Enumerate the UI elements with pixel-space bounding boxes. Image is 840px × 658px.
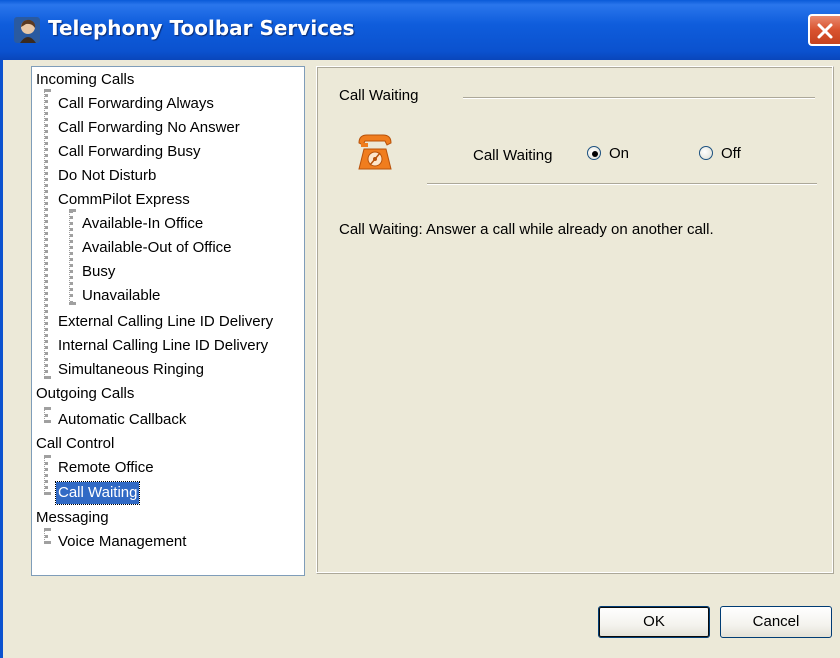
tree-item-simultaneous-ringing[interactable]: Simultaneous Ringing: [56, 359, 206, 381]
radio-on-circle[interactable]: [587, 146, 601, 160]
tree-connector: [44, 89, 48, 379]
setting-description: Call Waiting: Answer a call while alread…: [339, 221, 714, 238]
radio-selected-dot: [592, 151, 598, 157]
cancel-button[interactable]: Cancel: [720, 606, 832, 638]
close-icon: [817, 23, 833, 39]
tree-item-available-in-office[interactable]: Available-In Office: [80, 213, 205, 235]
section-divider: [427, 183, 817, 185]
services-tree[interactable]: Incoming Calls Call Forwarding Always Ca…: [31, 66, 305, 576]
window-frame: [0, 60, 3, 658]
group-title: Call Waiting: [339, 87, 419, 104]
tree-connector: [69, 209, 73, 305]
tree-item-commpilot-express[interactable]: CommPilot Express: [56, 189, 192, 211]
radio-off-label[interactable]: Off: [721, 145, 741, 162]
tree-item-do-not-disturb[interactable]: Do Not Disturb: [56, 165, 158, 187]
radio-off-circle[interactable]: [699, 146, 713, 160]
tree-item-unavailable[interactable]: Unavailable: [80, 285, 162, 307]
call-waiting-label: Call Waiting: [473, 147, 553, 164]
ok-button[interactable]: OK: [598, 606, 710, 638]
tree-connector: [44, 528, 48, 544]
title-bar[interactable]: Telephony Toolbar Services: [0, 0, 840, 60]
group-divider: [463, 97, 815, 99]
tree-item-external-calling-line-id[interactable]: External Calling Line ID Delivery: [56, 311, 275, 333]
settings-panel: Call Waiting Call Waiting On Off Call Wa…: [316, 66, 834, 574]
app-icon: [14, 17, 40, 43]
window-title: Telephony Toolbar Services: [48, 16, 355, 40]
tree-item-call-forwarding-no-answer[interactable]: Call Forwarding No Answer: [56, 117, 242, 139]
tree-item-remote-office[interactable]: Remote Office: [56, 457, 156, 479]
tree-item-available-out-of-office[interactable]: Available-Out of Office: [80, 237, 234, 259]
tree-item-voice-management[interactable]: Voice Management: [56, 531, 188, 553]
tree-item-call-forwarding-always[interactable]: Call Forwarding Always: [56, 93, 216, 115]
tree-connector: [44, 407, 48, 423]
tree-item-call-control[interactable]: Call Control: [34, 433, 116, 455]
tree-item-call-forwarding-busy[interactable]: Call Forwarding Busy: [56, 141, 203, 163]
phone-icon: [358, 134, 392, 170]
tree-item-incoming-calls[interactable]: Incoming Calls: [34, 69, 136, 91]
tree-item-call-waiting[interactable]: Call Waiting: [54, 481, 141, 505]
tree-connector: [44, 455, 48, 495]
tree-item-busy[interactable]: Busy: [80, 261, 117, 283]
tree-item-outgoing-calls[interactable]: Outgoing Calls: [34, 383, 136, 405]
tree-item-internal-calling-line-id[interactable]: Internal Calling Line ID Delivery: [56, 335, 270, 357]
close-button[interactable]: [808, 14, 840, 46]
tree-item-messaging[interactable]: Messaging: [34, 507, 111, 529]
radio-on-label[interactable]: On: [609, 145, 629, 162]
tree-item-automatic-callback[interactable]: Automatic Callback: [56, 409, 188, 431]
